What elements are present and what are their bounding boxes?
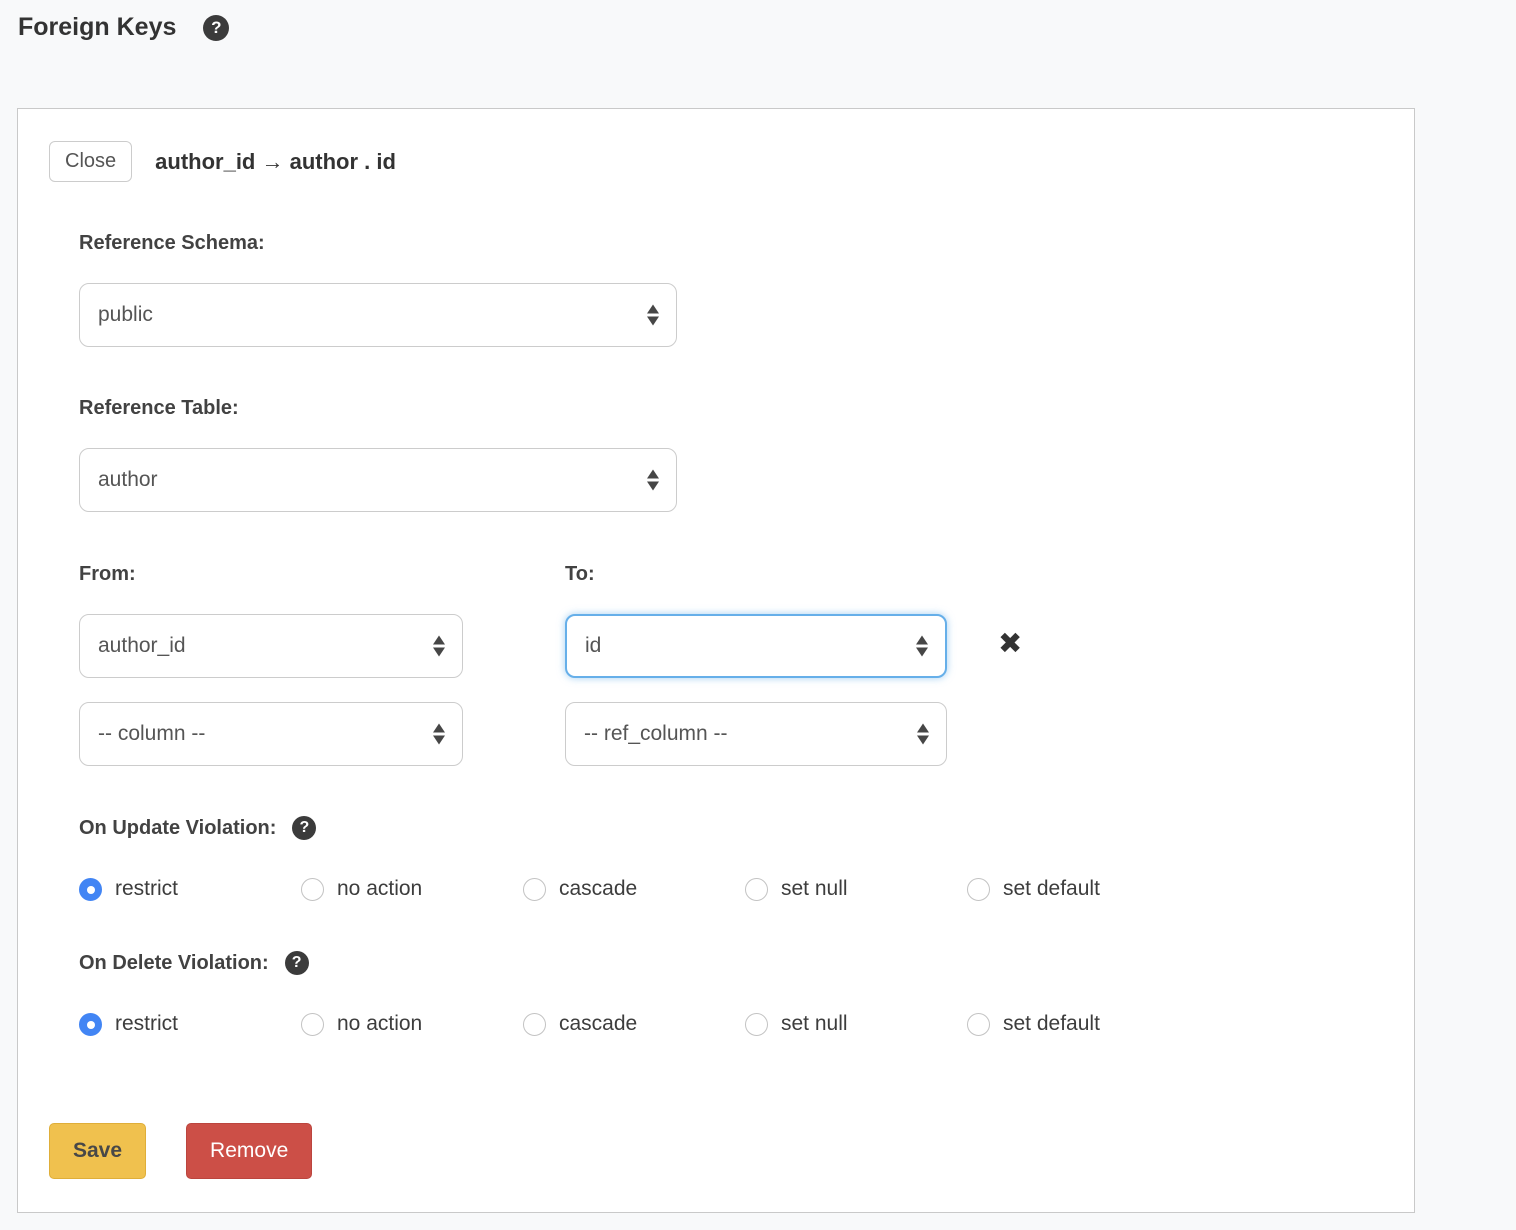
reference-table-value: author xyxy=(98,468,158,492)
on-delete-no-action-radio[interactable]: no action xyxy=(301,1012,523,1036)
foreign-key-title: author_id → author . id xyxy=(155,149,396,175)
on-update-set-default-radio[interactable]: set default xyxy=(967,877,1100,901)
to-column-placeholder-select[interactable]: -- ref_column -- xyxy=(565,702,947,766)
radio-circle-icon xyxy=(523,878,546,901)
page-title: Foreign Keys xyxy=(18,13,176,42)
select-caret-icon xyxy=(917,724,929,745)
select-caret-icon xyxy=(647,470,659,491)
on-update-no-action-radio[interactable]: no action xyxy=(301,877,523,901)
foreign-key-form: Reference Schema: public Reference Table… xyxy=(79,230,1383,1036)
select-caret-icon xyxy=(433,636,445,657)
radio-circle-icon xyxy=(745,878,768,901)
remove-mapping-icon[interactable] xyxy=(998,629,1022,766)
on-update-restrict-radio[interactable]: restrict xyxy=(79,877,301,901)
reference-table-label: Reference Table: xyxy=(79,395,1383,421)
on-update-violation-label: On Update Violation: xyxy=(79,815,276,841)
reference-schema-value: public xyxy=(98,303,153,327)
to-label: To: xyxy=(565,561,947,587)
reference-schema-select[interactable]: public xyxy=(79,283,677,347)
on-update-violation-header: On Update Violation: xyxy=(79,815,1383,841)
on-delete-set-default-radio[interactable]: set default xyxy=(967,1012,1100,1036)
select-caret-icon xyxy=(647,305,659,326)
help-icon[interactable] xyxy=(203,15,229,41)
save-button[interactable]: Save xyxy=(49,1123,146,1179)
on-delete-cascade-radio[interactable]: cascade xyxy=(523,1012,745,1036)
on-delete-violation-label: On Delete Violation: xyxy=(79,950,269,976)
from-label: From: xyxy=(79,561,565,587)
radio-circle-icon xyxy=(79,1013,102,1036)
radio-circle-icon xyxy=(523,1013,546,1036)
radio-circle-icon xyxy=(301,878,324,901)
radio-circle-icon xyxy=(79,878,102,901)
reference-table-select[interactable]: author xyxy=(79,448,677,512)
from-column-placeholder-select[interactable]: -- column -- xyxy=(79,702,463,766)
close-button[interactable]: Close xyxy=(49,141,132,182)
page-header: Foreign Keys xyxy=(18,13,229,42)
from-column-placeholder: -- column -- xyxy=(98,722,205,746)
radio-circle-icon xyxy=(745,1013,768,1036)
help-icon[interactable] xyxy=(292,816,316,840)
on-delete-violation-header: On Delete Violation: xyxy=(79,950,1383,976)
radio-circle-icon xyxy=(301,1013,324,1036)
to-column-value: id xyxy=(585,634,601,658)
radio-circle-icon xyxy=(967,878,990,901)
to-column: To: id -- ref_column -- xyxy=(565,561,947,766)
action-buttons-row: Save Remove xyxy=(49,1123,1383,1179)
on-update-cascade-radio[interactable]: cascade xyxy=(523,877,745,901)
foreign-key-editor-panel: Close author_id → author . id Reference … xyxy=(17,108,1415,1213)
reference-schema-label: Reference Schema: xyxy=(79,230,1383,256)
on-delete-set-null-radio[interactable]: set null xyxy=(745,1012,967,1036)
on-update-set-null-radio[interactable]: set null xyxy=(745,877,967,901)
from-column: From: author_id -- column -- xyxy=(79,561,565,766)
select-caret-icon xyxy=(433,724,445,745)
from-column-select[interactable]: author_id xyxy=(79,614,463,678)
on-delete-radio-group: restrict no action cascade set null set … xyxy=(79,1012,1383,1036)
panel-header: Close author_id → author . id xyxy=(49,141,1383,182)
column-mapping-row: From: author_id -- column -- To: id -- r… xyxy=(79,561,1383,766)
on-update-radio-group: restrict no action cascade set null set … xyxy=(79,877,1383,901)
to-column-select[interactable]: id xyxy=(565,614,947,678)
help-icon[interactable] xyxy=(285,951,309,975)
from-column-value: author_id xyxy=(98,634,186,658)
radio-circle-icon xyxy=(967,1013,990,1036)
remove-button[interactable]: Remove xyxy=(186,1123,312,1179)
on-delete-restrict-radio[interactable]: restrict xyxy=(79,1012,301,1036)
select-caret-icon xyxy=(916,636,928,657)
to-column-placeholder: -- ref_column -- xyxy=(584,722,728,746)
